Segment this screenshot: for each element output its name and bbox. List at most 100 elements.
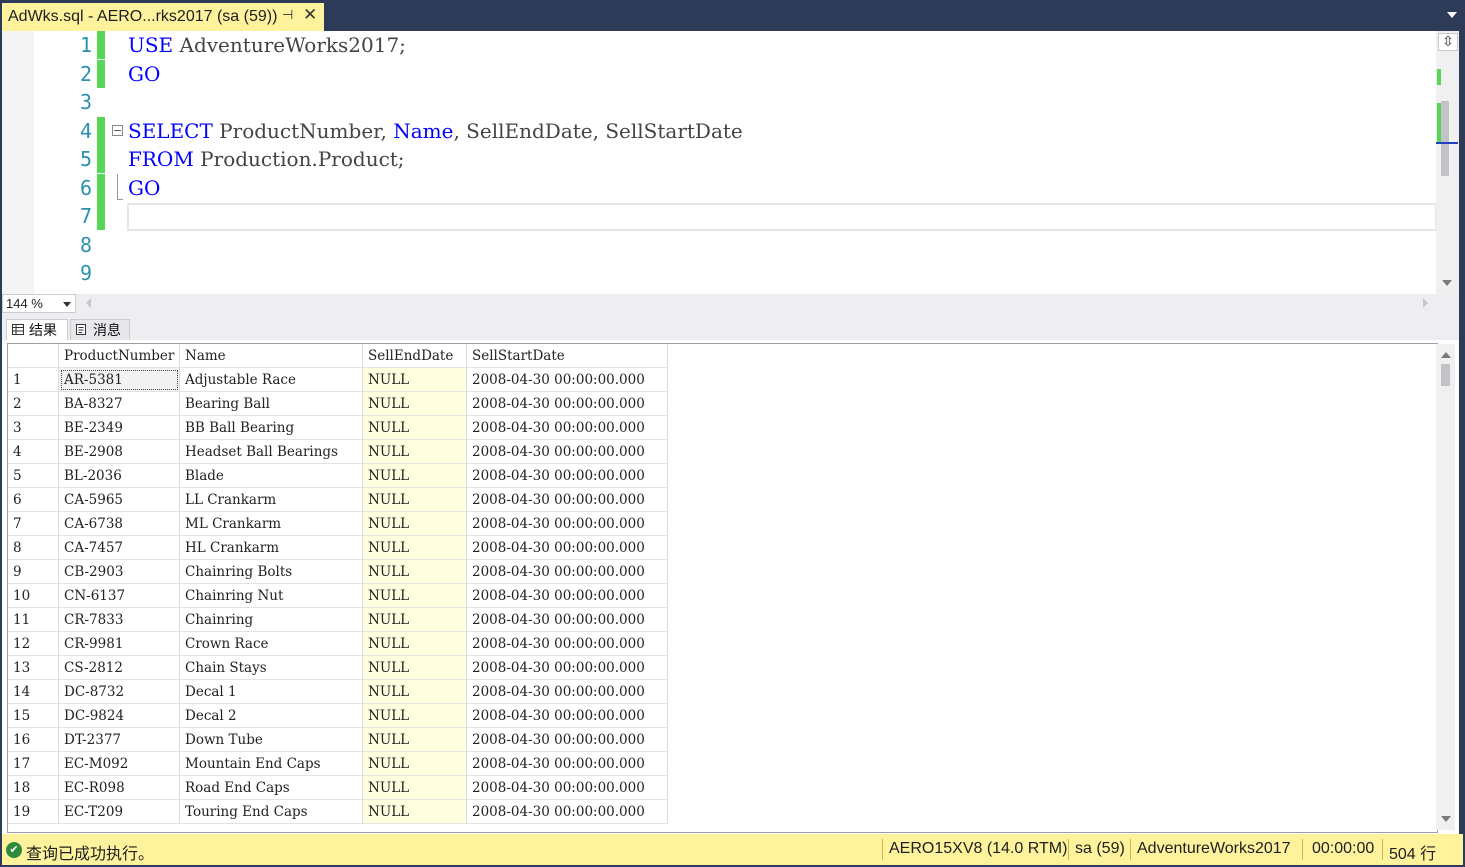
cell-sell-start-date[interactable]: 2008-04-30 00:00:00.000 [467,488,668,512]
column-header-sell-start-date[interactable]: SellStartDate [467,344,668,368]
cell-name[interactable]: Adjustable Race [180,368,363,392]
scroll-down-icon[interactable] [1442,280,1452,286]
scroll-right-icon[interactable] [1423,298,1428,308]
table-row[interactable]: 8 CA-7457 HL Crankarm NULL 2008-04-30 00:00:… [8,536,1437,560]
row-number[interactable]: 17 [8,752,59,776]
cell-name[interactable]: BB Ball Bearing [180,416,363,440]
table-row[interactable]: 17 EC-M092 Mountain End Caps NULL 2008-04-30… [8,752,1437,776]
results-scroll-thumb[interactable] [1441,364,1450,386]
cell-sell-start-date[interactable]: 2008-04-30 00:00:00.000 [467,776,668,800]
cell-sell-start-date[interactable]: 2008-04-30 00:00:00.000 [467,752,668,776]
cell-product-number[interactable]: EC-T209 [59,800,180,824]
cell-name[interactable]: Decal 2 [180,704,363,728]
cell-product-number[interactable]: CB-2903 [59,560,180,584]
cell-sell-end-date[interactable]: NULL [363,512,467,536]
cell-name[interactable]: Headset Ball Bearings [180,440,363,464]
row-number[interactable]: 16 [8,728,59,752]
cell-name[interactable]: Road End Caps [180,776,363,800]
cell-product-number[interactable]: BE-2908 [59,440,180,464]
table-row[interactable]: 9 CB-2903 Chainring Bolts NULL 2008-04-30 00… [8,560,1437,584]
table-row[interactable]: 6 CA-5965 LL Crankarm NULL 2008-04-30 00:00:… [8,488,1437,512]
code-line[interactable]: 2 GO [2,59,1436,88]
cell-sell-start-date[interactable]: 2008-04-30 00:00:00.000 [467,800,668,824]
table-row[interactable]: 4 BE-2908 Headset Ball Bearings NULL 2008-04… [8,440,1437,464]
cell-name[interactable]: HL Crankarm [180,536,363,560]
row-number[interactable]: 6 [8,488,59,512]
editor-vertical-scrollbar[interactable]: ⇳ [1436,31,1459,294]
cell-sell-end-date[interactable]: NULL [363,464,467,488]
cell-name[interactable]: Crown Race [180,632,363,656]
cell-sell-end-date[interactable]: NULL [363,488,467,512]
cell-name[interactable]: Touring End Caps [180,800,363,824]
row-number[interactable]: 10 [8,584,59,608]
tab-results[interactable]: 结果 [6,319,68,340]
cell-sell-end-date[interactable]: NULL [363,368,467,392]
cell-sell-start-date[interactable]: 2008-04-30 00:00:00.000 [467,728,668,752]
cell-sell-start-date[interactable]: 2008-04-30 00:00:00.000 [467,704,668,728]
row-number[interactable]: 5 [8,464,59,488]
split-window-icon[interactable]: ⇳ [1438,33,1458,51]
cell-sell-end-date[interactable]: NULL [363,560,467,584]
table-row[interactable]: 2 BA-8327 Bearing Ball NULL 2008-04-30 00:00… [8,392,1437,416]
results-grid[interactable]: ProductNumber Name SellEndDate SellStartDat… [7,343,1438,833]
table-row[interactable]: 5 BL-2036 Blade NULL 2008-04-30 00:00:00.000 [8,464,1437,488]
code-line[interactable]: 5 FROM Production.Product; [2,145,1436,173]
cell-sell-end-date[interactable]: NULL [363,776,467,800]
cell-sell-end-date[interactable]: NULL [363,608,467,632]
table-row[interactable]: 12 CR-9981 Crown Race NULL 2008-04-30 00:00:… [8,632,1437,656]
table-row[interactable]: 16 DT-2377 Down Tube NULL 2008-04-30 00:00:0… [8,728,1437,752]
cell-product-number[interactable]: CR-9981 [59,632,180,656]
cell-product-number[interactable]: CA-7457 [59,536,180,560]
cell-name[interactable]: Chainring [180,608,363,632]
editor-scroll-thumb[interactable] [1441,101,1449,176]
cell-product-number[interactable]: CA-6738 [59,512,180,536]
cell-product-number[interactable]: CN-6137 [59,584,180,608]
row-number[interactable]: 8 [8,536,59,560]
row-number[interactable]: 2 [8,392,59,416]
scroll-up-icon[interactable] [1441,352,1451,358]
table-row[interactable]: 7 CA-6738 ML Crankarm NULL 2008-04-30 00:00:… [8,512,1437,536]
column-header-name[interactable]: Name [180,344,363,368]
cell-sell-end-date[interactable]: NULL [363,416,467,440]
row-number[interactable]: 12 [8,632,59,656]
cell-name[interactable]: Chain Stays [180,656,363,680]
row-number[interactable]: 4 [8,440,59,464]
table-row[interactable]: 13 CS-2812 Chain Stays NULL 2008-04-30 00:00… [8,656,1437,680]
row-number[interactable]: 14 [8,680,59,704]
tab-list-dropdown-icon[interactable] [1447,12,1457,18]
cell-sell-end-date[interactable]: NULL [363,392,467,416]
cell-sell-end-date[interactable]: NULL [363,536,467,560]
cell-name[interactable]: Chainring Bolts [180,560,363,584]
cell-sell-end-date[interactable]: NULL [363,728,467,752]
cell-sell-start-date[interactable]: 2008-04-30 00:00:00.000 [467,416,668,440]
query-editor[interactable]: 1 USE AdventureWorks2017; 2 GO 3 4 − SELECT Pro… [2,31,1436,294]
cell-product-number[interactable]: BL-2036 [59,464,180,488]
cell-product-number[interactable]: BE-2349 [59,416,180,440]
code-line[interactable]: 8 [2,231,1436,259]
cell-name[interactable]: Chainring Nut [180,584,363,608]
code-line[interactable]: 9 [2,259,1436,287]
cell-sell-start-date[interactable]: 2008-04-30 00:00:00.000 [467,560,668,584]
close-icon[interactable]: ✕ [303,5,317,25]
cell-name[interactable]: Decal 1 [180,680,363,704]
table-row[interactable]: 18 EC-R098 Road End Caps NULL 2008-04-30 00:… [8,776,1437,800]
cell-product-number[interactable]: BA-8327 [59,392,180,416]
results-vertical-scrollbar[interactable] [1436,344,1455,830]
row-number[interactable]: 15 [8,704,59,728]
cell-sell-end-date[interactable]: NULL [363,752,467,776]
cell-sell-start-date[interactable]: 2008-04-30 00:00:00.000 [467,608,668,632]
cell-product-number[interactable]: CS-2812 [59,656,180,680]
cell-sell-start-date[interactable]: 2008-04-30 00:00:00.000 [467,680,668,704]
row-number-header[interactable] [8,344,59,368]
cell-product-number[interactable]: DC-9824 [59,704,180,728]
cell-sell-start-date[interactable]: 2008-04-30 00:00:00.000 [467,440,668,464]
zoom-level-select[interactable]: 144 % [2,294,76,313]
cell-product-number[interactable]: CA-5965 [59,488,180,512]
cell-sell-end-date[interactable]: NULL [363,704,467,728]
column-header-sell-end-date[interactable]: SellEndDate [363,344,467,368]
cell-sell-end-date[interactable]: NULL [363,632,467,656]
chevron-down-icon[interactable] [63,302,71,307]
table-row[interactable]: 10 CN-6137 Chainring Nut NULL 2008-04-30 00:… [8,584,1437,608]
cell-sell-start-date[interactable]: 2008-04-30 00:00:00.000 [467,656,668,680]
table-row[interactable]: 19 EC-T209 Touring End Caps NULL 2008-04-30 … [8,800,1437,824]
